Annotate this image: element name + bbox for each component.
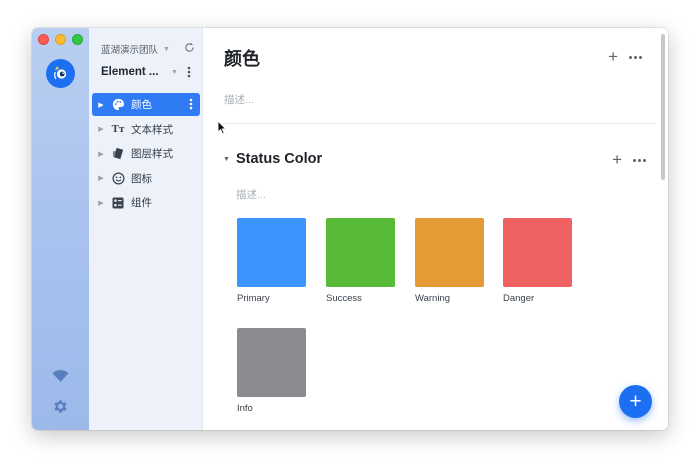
sidebar-item-label: 组件 (131, 197, 152, 209)
group-header[interactable]: ▼ Status Color (223, 151, 322, 167)
expand-arrow-icon[interactable]: ▶ (92, 101, 110, 109)
sidebar-item-label: 图层样式 (131, 148, 173, 160)
project-name: Element ... (101, 66, 159, 78)
window-controls (38, 34, 83, 45)
team-name: 蓝湖演示团队 (101, 45, 159, 56)
page-actions: + (608, 48, 642, 65)
main-content: 颜色 + 描述... ▼ Status Color + 描述... Primar… (203, 28, 668, 430)
palette-icon (110, 98, 126, 112)
color-swatch-warning[interactable]: Warning (415, 218, 484, 304)
swatch-label: Info (237, 403, 253, 414)
app-window: 蓝湖演示团队 ▼ Element ... ▼ ▶ 颜色 ▶ Tт 文本样式 ▶ … (32, 28, 668, 430)
color-swatch-danger[interactable]: Danger (503, 218, 572, 304)
sidebar-item-components[interactable]: ▶ 组件 (92, 191, 200, 214)
project-sidebar: 蓝湖演示团队 ▼ Element ... ▼ ▶ 颜色 ▶ Tт 文本样式 ▶ … (89, 28, 203, 430)
add-icon[interactable]: + (608, 48, 618, 65)
swatch-label: Danger (503, 293, 535, 304)
component-icon (110, 196, 126, 210)
expand-arrow-icon[interactable]: ▶ (92, 174, 110, 182)
swatch-label: Warning (415, 293, 451, 304)
sidebar-item-label: 颜色 (131, 99, 152, 111)
swatch-color (326, 218, 395, 287)
sidebar-item-colors[interactable]: ▶ 颜色 (92, 93, 200, 116)
zoom-window-button[interactable] (72, 34, 83, 45)
mouse-cursor-icon (217, 119, 227, 140)
caret-down-icon: ▼ (171, 68, 178, 76)
minimize-window-button[interactable] (55, 34, 66, 45)
swatch-color (237, 328, 306, 397)
expand-arrow-icon[interactable]: ▶ (92, 150, 110, 158)
wifi-icon[interactable] (51, 366, 70, 385)
project-more-icon[interactable] (187, 66, 191, 81)
sidebar-item-layer-styles[interactable]: ▶ 图层样式 (92, 142, 200, 165)
close-window-button[interactable] (38, 34, 49, 45)
page-title: 颜色 (224, 49, 260, 69)
project-selector[interactable]: Element ... ▼ (101, 64, 201, 80)
more-icon[interactable] (629, 55, 642, 59)
smiley-icon (110, 171, 126, 185)
group-description-input[interactable]: 描述... (236, 187, 266, 202)
color-swatch-primary[interactable]: Primary (237, 218, 306, 304)
group-title: Status Color (235, 151, 323, 167)
color-swatch-success[interactable]: Success (326, 218, 395, 304)
owl-logo-icon[interactable] (46, 59, 75, 88)
layer-style-icon (110, 147, 126, 161)
sidebar-item-text-styles[interactable]: ▶ Tт 文本样式 (92, 118, 200, 141)
group-more-icon[interactable] (633, 158, 646, 162)
item-more-icon[interactable] (189, 98, 193, 113)
group-actions: + (612, 151, 646, 168)
text-style-icon: Tт (111, 123, 125, 135)
team-selector[interactable]: 蓝湖演示团队 ▼ (101, 42, 201, 56)
swatch-label: Success (326, 293, 362, 304)
add-color-icon[interactable]: + (612, 151, 622, 168)
swatch-color (415, 218, 484, 287)
swatch-color (503, 218, 572, 287)
expand-arrow-icon[interactable]: ▶ (92, 199, 110, 207)
sidebar-item-label: 文本样式 (131, 123, 173, 136)
settings-gear-icon[interactable] (51, 397, 70, 416)
sidebar-item-label: 图标 (131, 172, 152, 185)
swatch-label: Primary (237, 293, 270, 304)
page-description-input[interactable]: 描述... (224, 92, 254, 107)
sync-icon[interactable] (184, 42, 195, 56)
sidebar-nav: ▶ 颜色 ▶ Tт 文本样式 ▶ 图层样式 ▶ 图标 ▶ 组件 (92, 93, 200, 216)
divider (222, 123, 656, 124)
expand-arrow-icon[interactable]: ▶ (92, 125, 110, 133)
floating-add-button[interactable]: + (619, 385, 652, 418)
swatch-color (237, 218, 306, 287)
color-swatch-info[interactable]: Info (237, 328, 306, 414)
scrollbar[interactable] (661, 34, 665, 180)
app-rail (32, 28, 89, 430)
sidebar-item-icons[interactable]: ▶ 图标 (92, 167, 200, 190)
caret-down-icon: ▼ (163, 45, 170, 53)
collapse-caret-icon[interactable]: ▼ (223, 156, 230, 163)
